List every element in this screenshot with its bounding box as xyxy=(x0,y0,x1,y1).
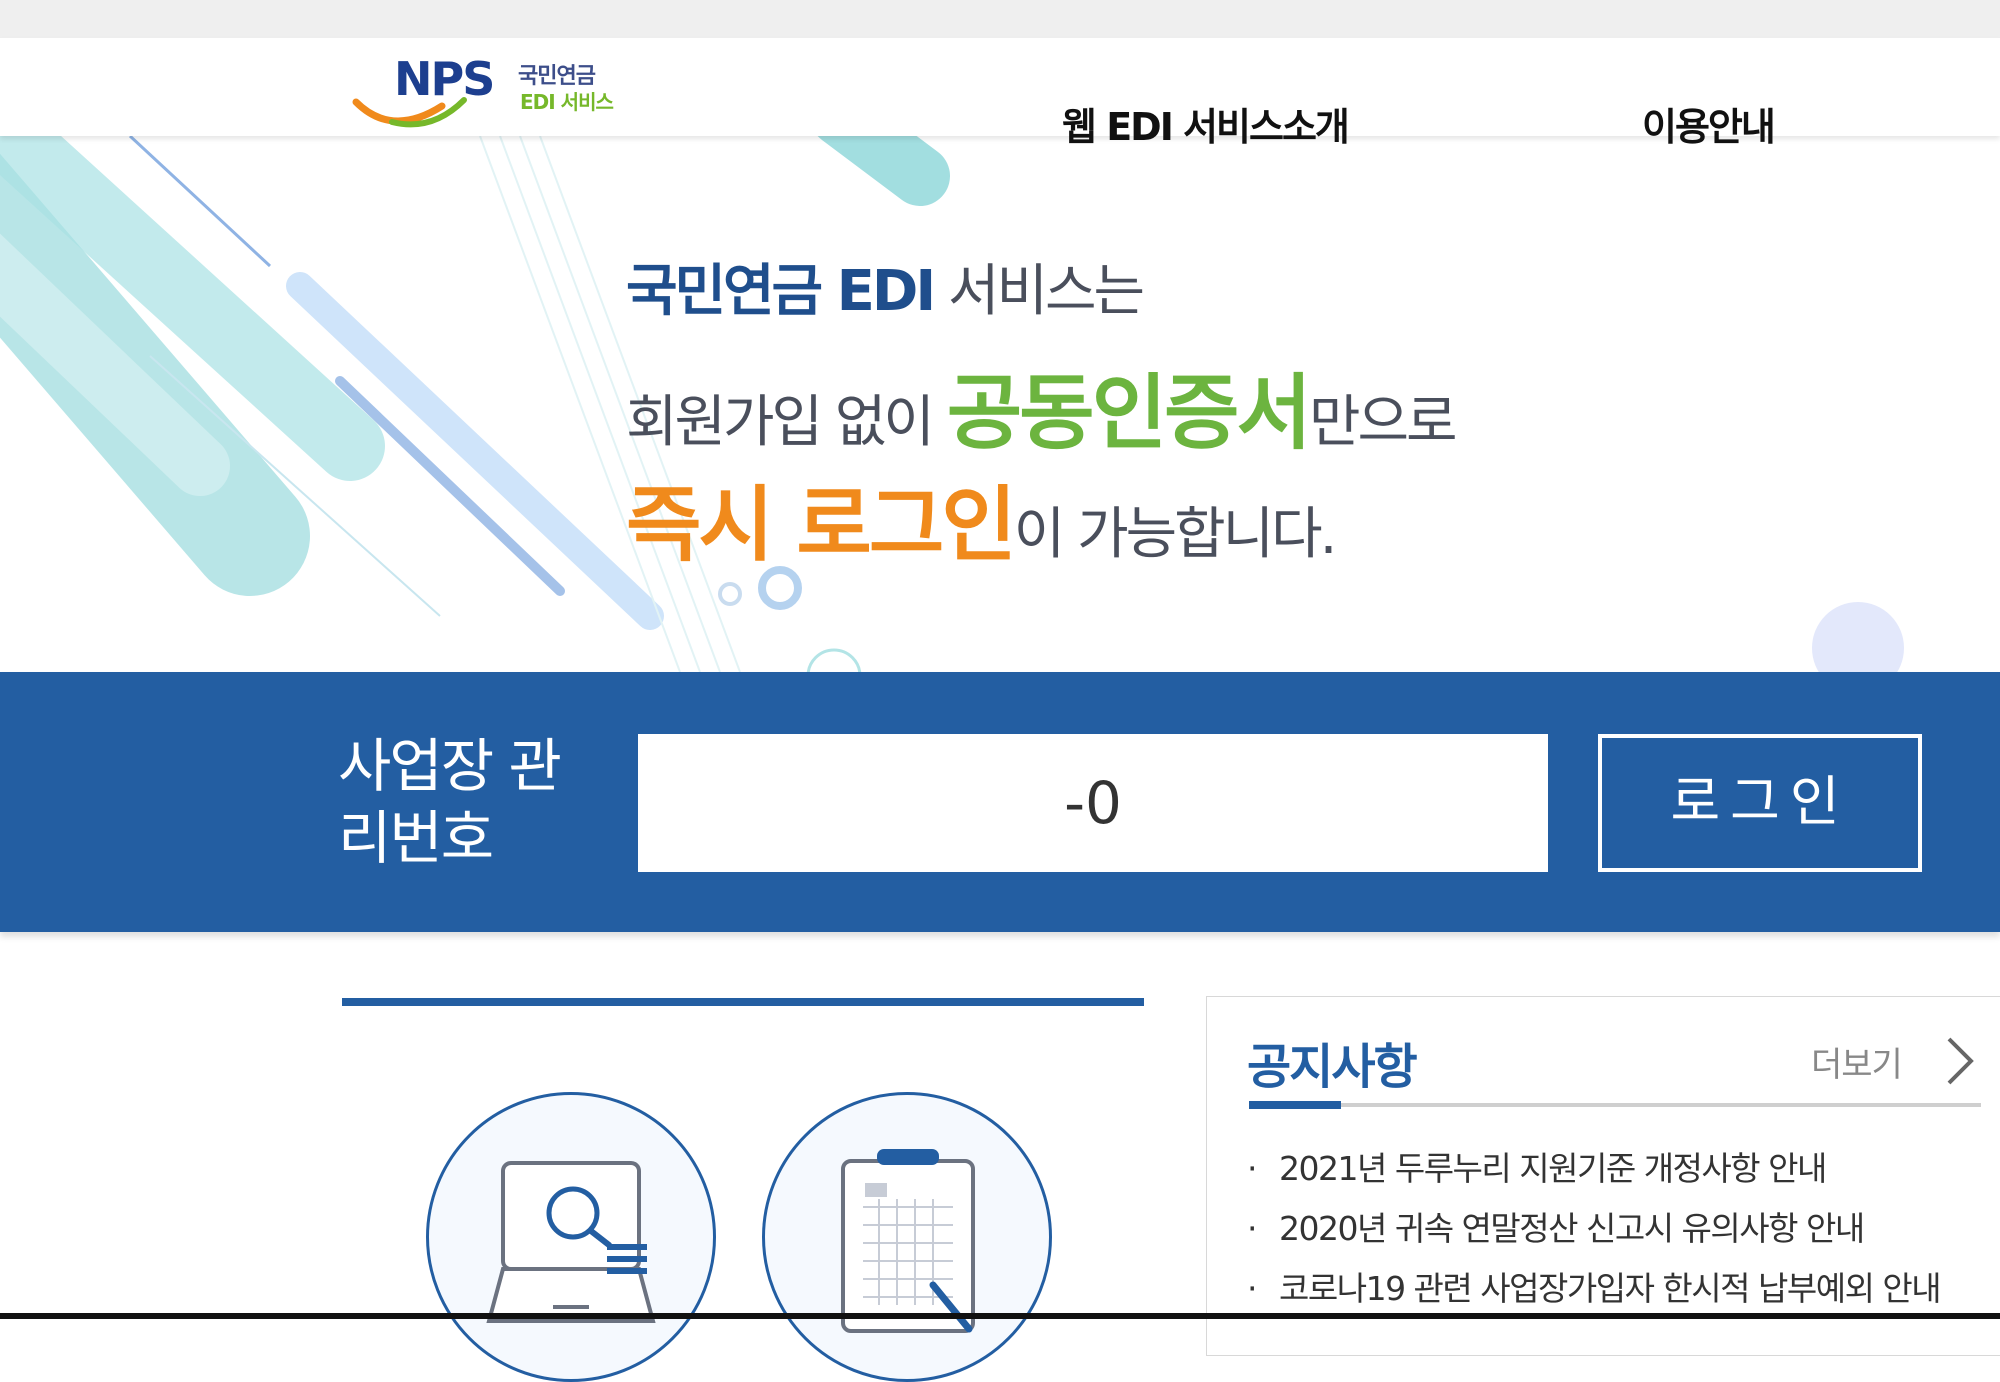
services-section-bar xyxy=(342,998,1144,1006)
bullet: · xyxy=(1247,1149,1258,1188)
notice-divider xyxy=(1249,1103,1981,1107)
site-header: NPS 국민연금 EDI 서비스 웹 EDI 서비스소개 이용안내 xyxy=(0,38,2000,149)
login-button[interactable]: 로그인 xyxy=(1598,734,1922,872)
hero-line-1-rest: 서비스는 xyxy=(933,259,1145,324)
hero-line-3-post: 이 가능합니다. xyxy=(1013,502,1338,567)
hero-line-2: 회원가입 없이 공동인증서만으로 xyxy=(626,346,1458,465)
hero-line-2-post: 만으로 xyxy=(1308,390,1458,455)
notice-item[interactable]: · 2020년 귀속 연말정산 신고시 유의사항 안내 xyxy=(1247,1207,1940,1267)
notice-title: 공지사항 xyxy=(1247,1039,1418,1095)
logo-subtitle-edi: EDI 서비스 xyxy=(520,90,614,114)
notice-list: · 2021년 두루누리 지원기준 개정사항 안내 · 2020년 귀속 연말정산 … xyxy=(1247,1147,1942,1327)
bottom-edge xyxy=(0,1313,2000,1319)
business-number-input[interactable] xyxy=(638,734,1548,872)
chevron-right-icon[interactable] xyxy=(1939,1033,1979,1089)
notice-more-link[interactable]: 더보기 xyxy=(1811,1037,1903,1086)
nav-service-intro[interactable]: 웹 EDI 서비스소개 xyxy=(1062,96,1350,151)
hero-line-2-pre: 회원가입 없이 xyxy=(626,390,947,455)
notice-item-text: 2021년 두루누리 지원기준 개정사항 안내 xyxy=(1279,1149,1827,1188)
notice-panel: 공지사항 더보기 · 2021년 두루누리 지원기준 개정사항 안내 · 2020년… xyxy=(1206,996,2000,1356)
notice-item[interactable]: · 2021년 두루누리 지원기준 개정사항 안내 xyxy=(1247,1147,1940,1207)
service-circle-2[interactable] xyxy=(762,1092,1052,1382)
login-bar: 사업장 관리번호 로그인 xyxy=(0,672,2000,932)
nav-usage-guide[interactable]: 이용안내 xyxy=(1642,96,1776,151)
hero-certificate-highlight: 공동인증서 xyxy=(946,366,1312,461)
hero-line-1: 국민연금 EDI 서비스는 xyxy=(626,246,1145,327)
logo-text: NPS xyxy=(394,52,495,106)
notice-item-text: 2020년 귀속 연말정산 신고시 유의사항 안내 xyxy=(1279,1209,1865,1248)
bullet: · xyxy=(1247,1269,1258,1308)
business-number-label: 사업장 관리번호 xyxy=(338,732,562,872)
hero-banner: 국민연금 EDI 서비스는 회원가입 없이 공동인증서만으로 즉시 로그인이 가… xyxy=(0,136,2000,672)
notice-divider-accent xyxy=(1249,1101,1341,1109)
hero-instant-login-highlight: 즉시 로그인 xyxy=(626,478,1017,573)
hero-line-3: 즉시 로그인이 가능합니다. xyxy=(626,458,1338,577)
service-circle-1[interactable] xyxy=(426,1092,716,1382)
notice-item-text: 코로나19 관련 사업장가입자 한시적 납부예외 안내 xyxy=(1279,1269,1942,1308)
hero-line-1-bold: 국민연금 EDI xyxy=(626,259,936,324)
monitor-search-icon xyxy=(486,1161,656,1323)
nps-logo[interactable]: NPS 국민연금 EDI 서비스 xyxy=(352,52,632,128)
clipboard-calendar-icon xyxy=(841,1149,975,1333)
browser-top-strip xyxy=(0,0,2000,38)
bullet: · xyxy=(1247,1209,1258,1248)
